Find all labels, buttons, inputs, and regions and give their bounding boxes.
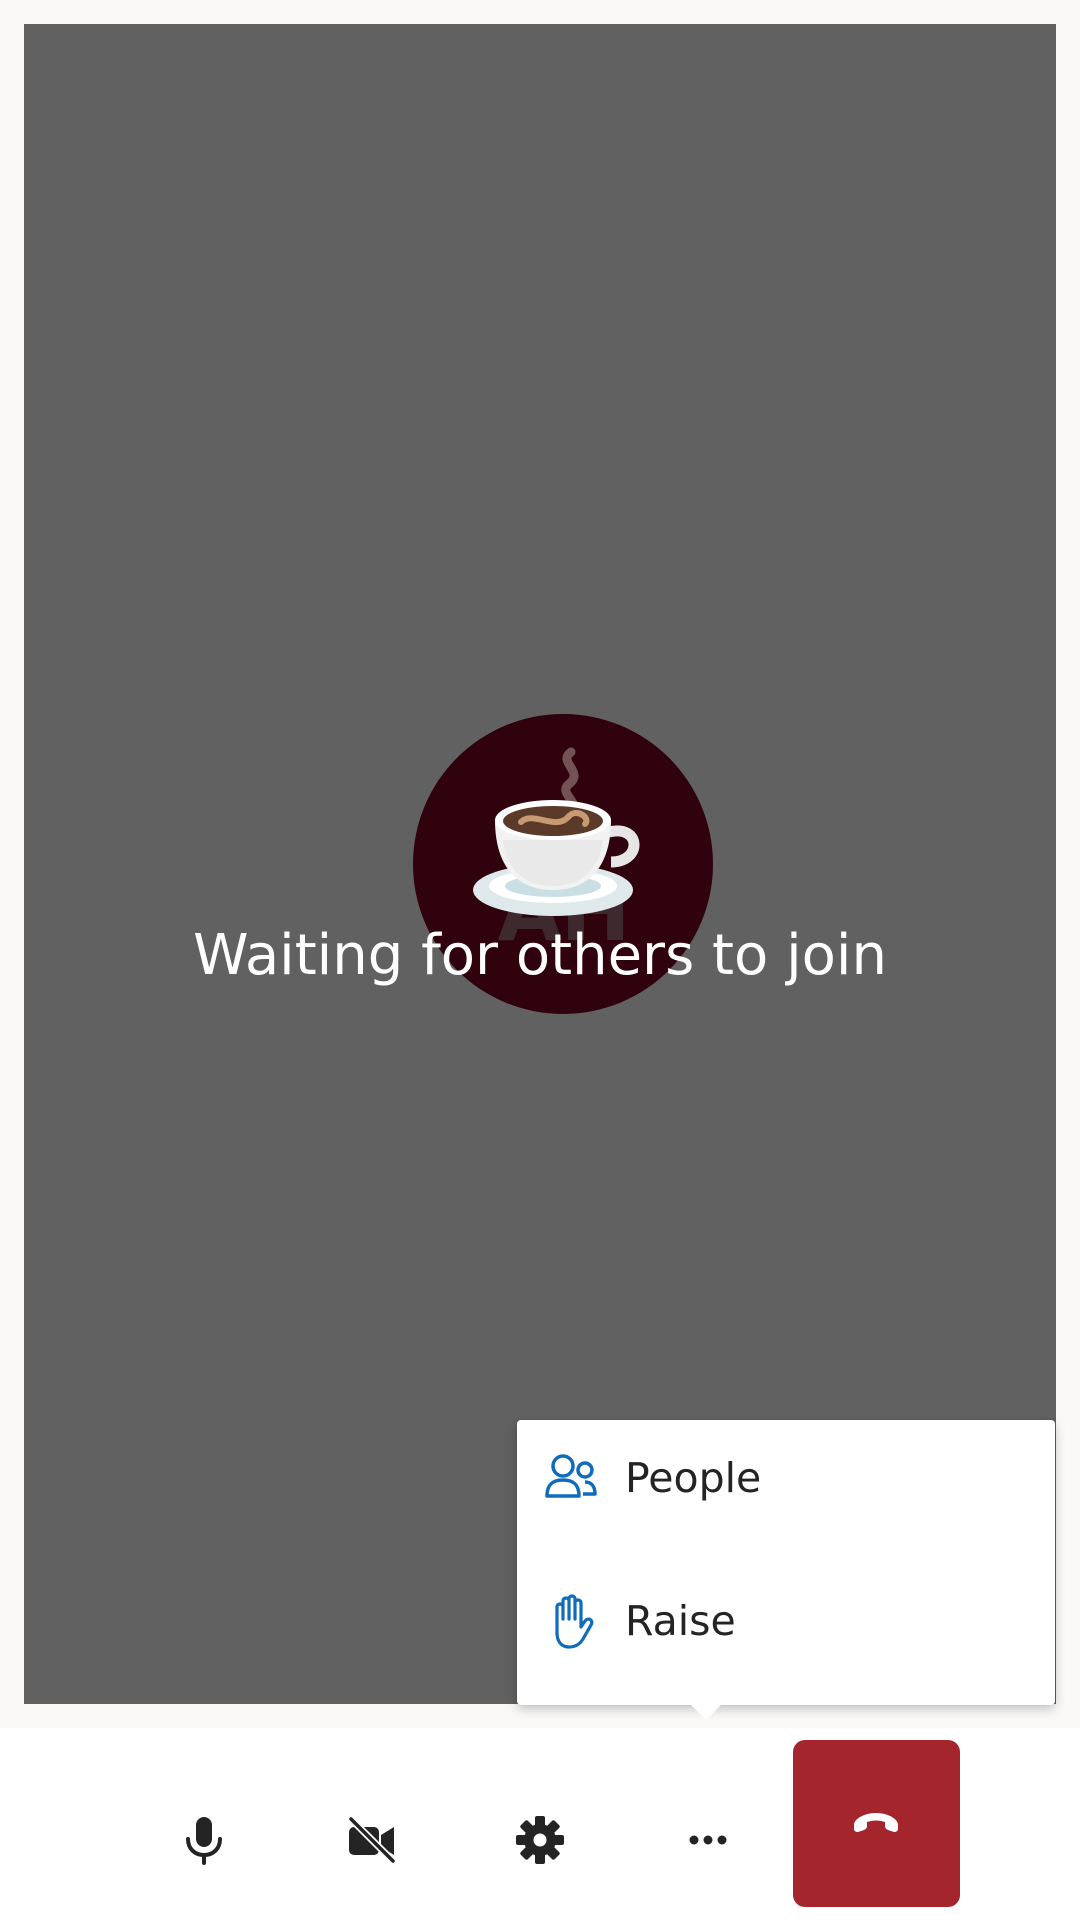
gear-icon bbox=[516, 1816, 564, 1864]
more-options-button[interactable] bbox=[658, 1790, 758, 1890]
menu-item-people[interactable]: People bbox=[517, 1420, 1055, 1540]
waiting-status-text: Waiting for others to join bbox=[193, 923, 887, 988]
video-off-icon bbox=[347, 1815, 397, 1865]
menu-item-raise-hand[interactable]: Raise bbox=[517, 1563, 1055, 1683]
microphone-button[interactable] bbox=[154, 1790, 254, 1890]
menu-item-people-label: People bbox=[625, 1454, 762, 1502]
camera-toggle-button[interactable] bbox=[322, 1790, 422, 1890]
menu-item-raise-label: Raise bbox=[625, 1597, 736, 1645]
more-options-menu: People Raise bbox=[517, 1420, 1055, 1705]
people-icon bbox=[545, 1454, 597, 1498]
hang-up-button[interactable] bbox=[793, 1740, 960, 1907]
phone-hangup-icon bbox=[854, 1813, 898, 1832]
settings-button[interactable] bbox=[490, 1790, 590, 1890]
microphone-icon bbox=[186, 1817, 222, 1865]
coffee-cup-icon bbox=[473, 747, 640, 916]
menu-caret bbox=[680, 1694, 732, 1720]
more-horizontal-icon bbox=[689, 1835, 727, 1845]
raise-hand-icon bbox=[555, 1594, 594, 1649]
